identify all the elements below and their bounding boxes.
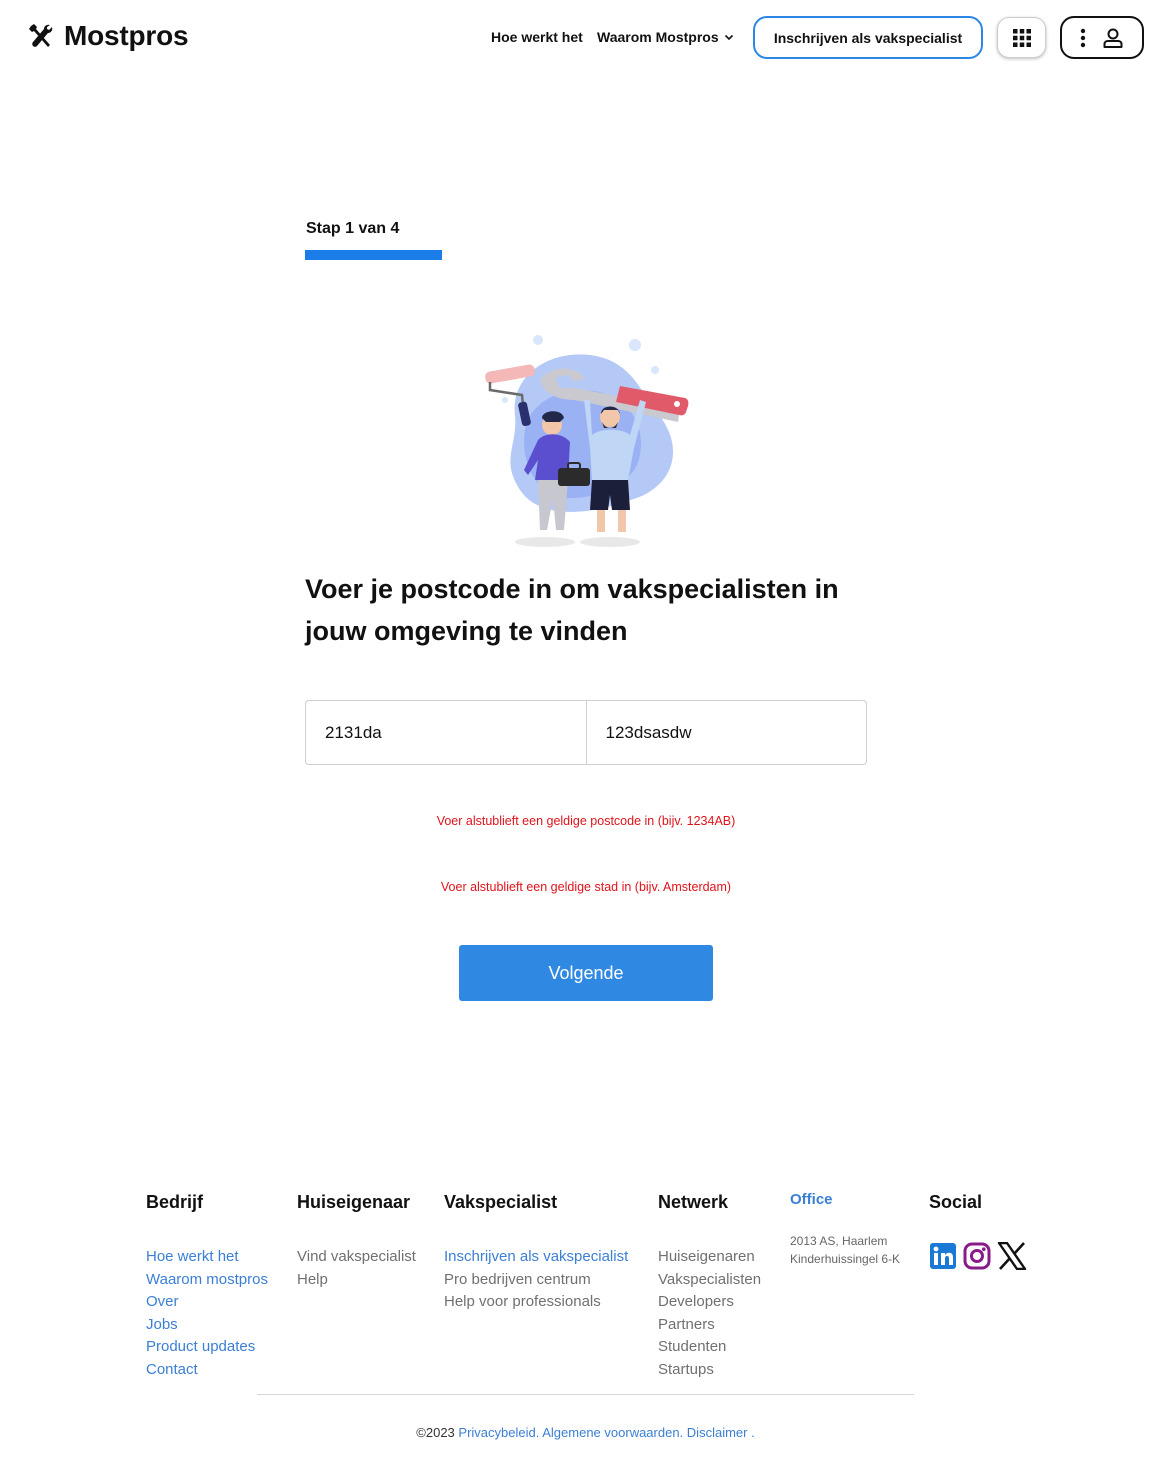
footer-link-help-professionals[interactable]: Help voor professionals <box>444 1291 628 1314</box>
progress-bar <box>305 250 442 260</box>
footer-link-specialists[interactable]: Vakspecialisten <box>658 1269 761 1292</box>
city-error-message: Voer alstublieft een geldige stad in (bi… <box>440 880 732 894</box>
footer-specialist-title: Vakspecialist <box>444 1192 558 1212</box>
progress-fill <box>305 250 442 260</box>
terms-link[interactable]: Algemene voorwaarden. <box>542 1425 683 1440</box>
footer-social-title: Social <box>929 1192 983 1212</box>
logo-text: Mostpros <box>64 20 189 51</box>
footer-link-jobs[interactable]: Jobs <box>146 1314 268 1337</box>
footer-network-column: Netwerk Huiseigenaren Vakspecialisten De… <box>658 1192 761 1381</box>
footer-link-help[interactable]: Help <box>297 1269 416 1292</box>
footer-link-how-it-works[interactable]: Hoe werkt het <box>146 1246 268 1269</box>
location-form <box>305 700 867 765</box>
chevron-down-icon <box>724 34 733 41</box>
nav-why-label: Waarom Mostpros <box>597 29 719 45</box>
footer-link-contact[interactable]: Contact <box>146 1359 268 1382</box>
footer-office-title: Office <box>790 1191 833 1208</box>
footer-network-title: Netwerk <box>658 1192 729 1212</box>
city-input[interactable] <box>585 701 866 764</box>
linkedin-icon <box>930 1243 956 1269</box>
footer-link-students[interactable]: Studenten <box>658 1336 761 1359</box>
footer-specialist-column: Vakspecialist Inschrijven als vakspecial… <box>444 1192 628 1314</box>
footer-office-column: Office 2013 AS, Haarlem Kinderhuissingel… <box>790 1192 900 1268</box>
nav-why-mostpros[interactable]: Waarom Mostpros <box>597 29 734 45</box>
postcode-error-message: Voer alstublieft een geldige postcode in… <box>436 814 736 828</box>
footer-company-title: Bedrijf <box>146 1192 204 1212</box>
x-link[interactable] <box>997 1242 1027 1270</box>
nav-how-it-works[interactable]: Hoe werkt het <box>491 29 583 45</box>
handymen-illustration <box>485 335 689 547</box>
postcode-input[interactable] <box>306 701 586 764</box>
register-specialist-button[interactable]: Inschrijven als vakspecialist <box>753 16 983 59</box>
grid-icon <box>1012 28 1031 47</box>
next-button[interactable]: Volgende <box>459 945 713 1001</box>
more-vertical-icon <box>1080 28 1086 47</box>
linkedin-link[interactable] <box>929 1242 957 1270</box>
footer-link-product-updates[interactable]: Product updates <box>146 1336 268 1359</box>
site-header: Mostpros Hoe werkt het Waarom Mostpros I… <box>0 0 1171 76</box>
instagram-icon <box>963 1242 991 1270</box>
footer-link-partners[interactable]: Partners <box>658 1314 761 1337</box>
footer-company-column: Bedrijf Hoe werkt het Waarom mostpros Ov… <box>146 1192 268 1381</box>
footer-homeowner-title: Huiseigenaar <box>297 1192 411 1212</box>
footer-link-startups[interactable]: Startups <box>658 1359 761 1382</box>
office-address-line1: 2013 AS, Haarlem <box>790 1234 888 1248</box>
footer-link-why-mostpros[interactable]: Waarom mostpros <box>146 1269 268 1292</box>
footer-divider <box>257 1394 914 1395</box>
footer-homeowner-column: Huiseigenaar Vind vakspecialist Help <box>297 1192 416 1291</box>
account-menu-button[interactable] <box>1060 16 1144 59</box>
step-indicator: Stap 1 van 4 <box>306 220 400 237</box>
page-heading: Voer je postcode in om vakspecialisten i… <box>305 574 839 646</box>
footer-link-find-specialist[interactable]: Vind vakspecialist <box>297 1246 416 1269</box>
footer-link-about[interactable]: Over <box>146 1291 268 1314</box>
user-icon <box>1103 28 1123 48</box>
footer-link-homeowners[interactable]: Huiseigenaren <box>658 1246 761 1269</box>
disclaimer-trailing: . <box>751 1425 755 1440</box>
apps-menu-button[interactable] <box>997 17 1046 58</box>
tools-icon <box>29 24 53 47</box>
disclaimer-link[interactable]: Disclaimer <box>687 1425 748 1440</box>
copyright-text: ©2023 <box>416 1425 455 1440</box>
copyright-bar: ©2023 Privacybeleid. Algemene voorwaarde… <box>0 1425 1171 1440</box>
office-address-line2: Kinderhuissingel 6-K <box>790 1252 901 1266</box>
footer-link-developers[interactable]: Developers <box>658 1291 761 1314</box>
footer-link-register-specialist[interactable]: Inschrijven als vakspecialist <box>444 1246 628 1269</box>
x-icon <box>997 1242 1027 1270</box>
footer-link-pro-business-center[interactable]: Pro bedrijven centrum <box>444 1269 628 1292</box>
privacy-link[interactable]: Privacybeleid. <box>458 1425 539 1440</box>
instagram-link[interactable] <box>963 1242 991 1270</box>
footer-social-column: Social <box>929 1192 1027 1270</box>
logo-link[interactable]: Mostpros <box>28 20 189 52</box>
